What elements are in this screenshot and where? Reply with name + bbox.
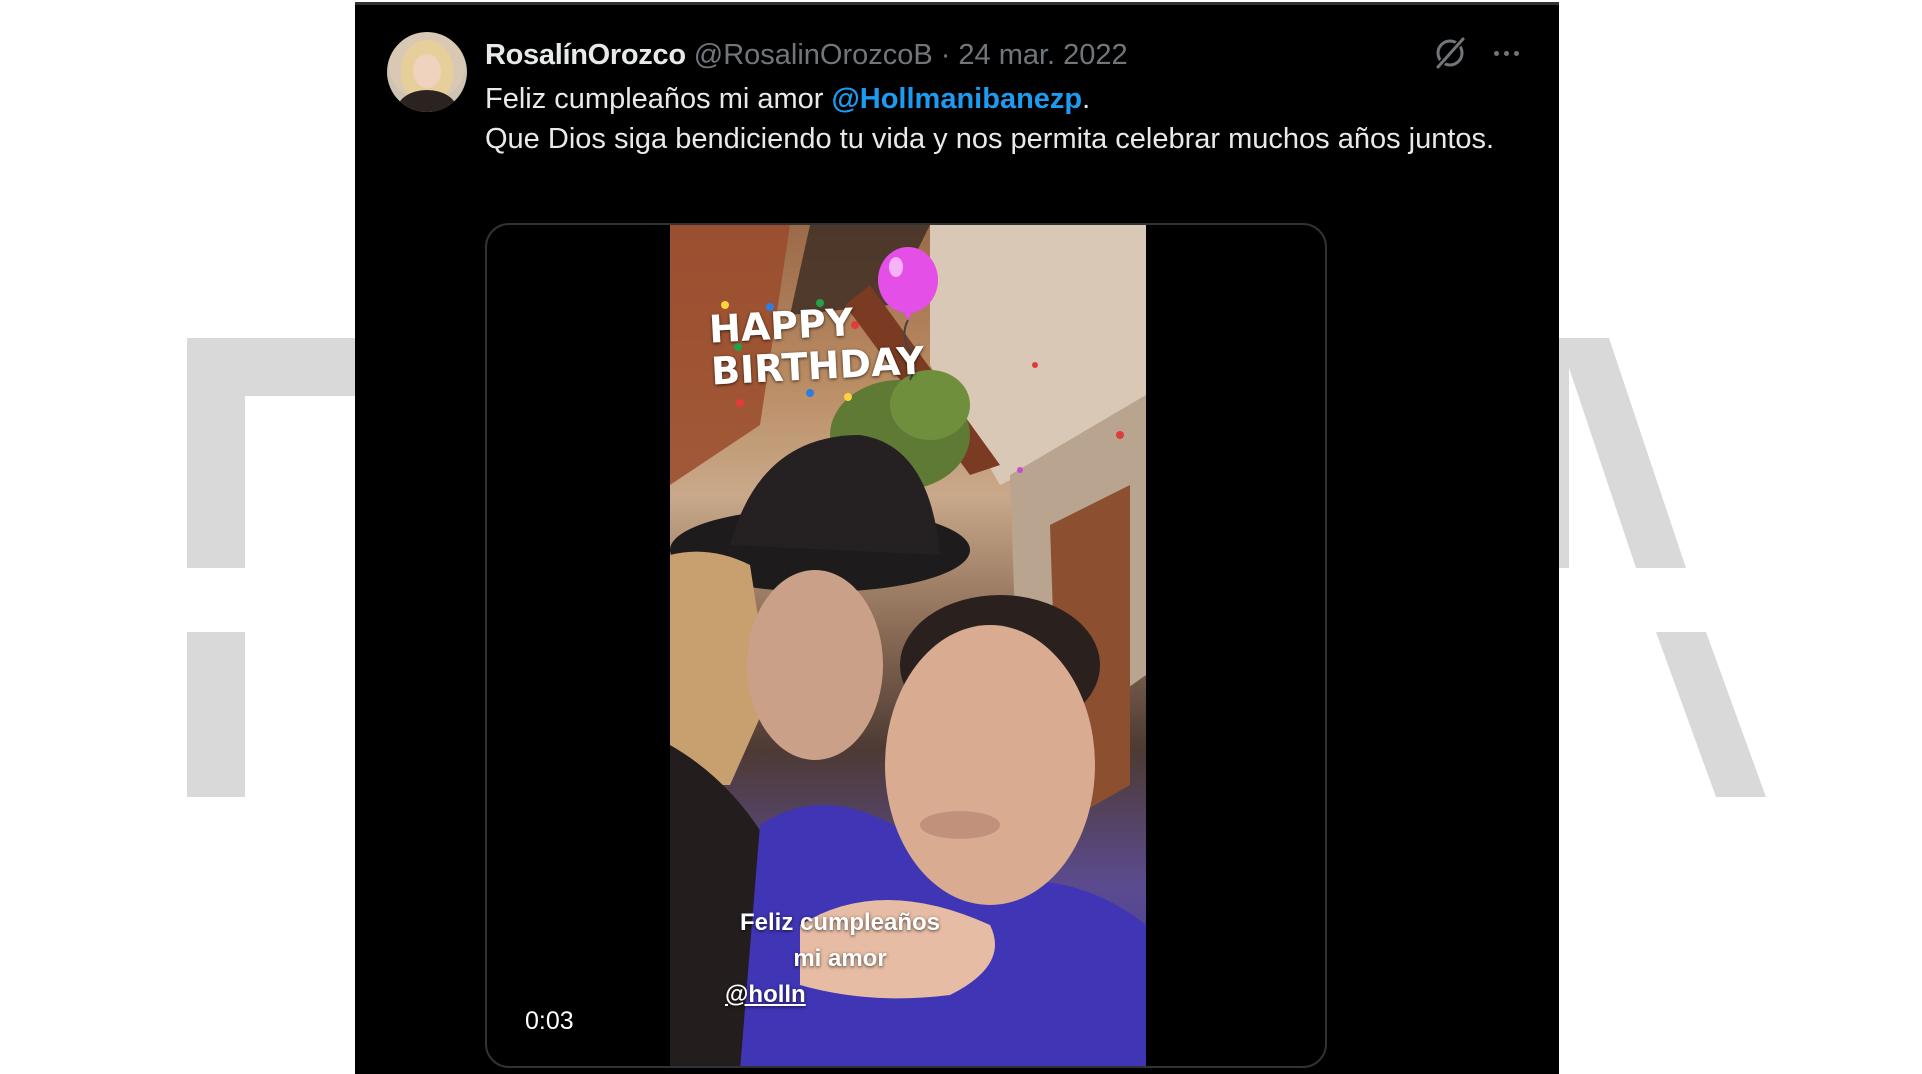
- tweet-card[interactable]: RosalínOrozco @RosalinOrozcoB · 24 mar. …: [355, 2, 1559, 1074]
- video-player[interactable]: HAPPY BIRTHDAY Feliz cumpleaños mi amor …: [485, 223, 1327, 1068]
- tweet-text-part1: Feliz cumpleaños mi amor: [485, 83, 832, 115]
- story-caption-mention: @holln: [725, 981, 806, 1008]
- mention-link[interactable]: @Hollmanibanezp: [832, 83, 1083, 115]
- tweet-text-line2: Que Dios siga bendiciendo tu vida y nos …: [485, 123, 1495, 155]
- tweet-header: RosalínOrozco @RosalinOrozcoB · 24 mar. …: [485, 35, 1128, 75]
- display-name[interactable]: RosalínOrozco: [485, 39, 686, 72]
- tweet-text: Feliz cumpleaños mi amor @Hollmanibanezp…: [485, 79, 1525, 159]
- avatar[interactable]: [387, 32, 467, 112]
- tweet-date[interactable]: 24 mar. 2022: [958, 39, 1127, 72]
- story-caption-line2: mi amor: [793, 945, 887, 972]
- video-frame[interactable]: HAPPY BIRTHDAY Feliz cumpleaños mi amor …: [670, 225, 1146, 1066]
- user-handle[interactable]: @RosalinOrozcoB: [694, 39, 933, 72]
- separator-dot: ·: [940, 38, 951, 71]
- story-caption: Feliz cumpleaños mi amor @holln: [710, 905, 970, 1013]
- more-icon[interactable]: [1488, 35, 1524, 71]
- story-caption-line1: Feliz cumpleaños: [739, 909, 941, 936]
- video-timestamp: 0:03: [525, 1007, 574, 1035]
- grok-icon[interactable]: [1432, 35, 1468, 71]
- happy-birthday-sticker: HAPPY BIRTHDAY: [708, 297, 925, 393]
- tweet-text-part2: .: [1082, 83, 1091, 115]
